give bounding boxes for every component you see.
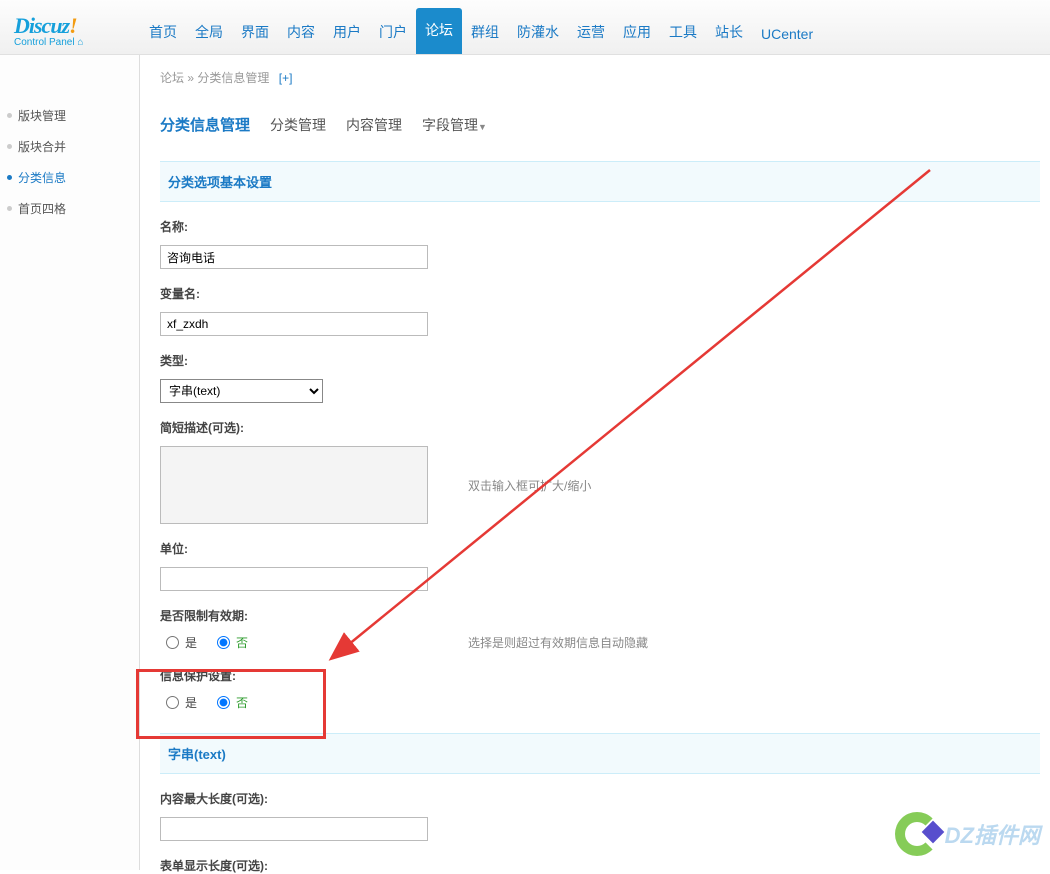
field-type: 类型: 字串(text) bbox=[160, 352, 1040, 403]
logo[interactable]: Discuz! Control Panel ⌂ bbox=[0, 7, 140, 54]
breadcrumb-plus[interactable]: [+] bbox=[279, 71, 293, 85]
tab-field-manage[interactable]: 字段管理▼ bbox=[422, 115, 487, 135]
caret-down-icon: ▼ bbox=[478, 122, 487, 132]
tab-bar: 分类信息管理 分类管理 内容管理 字段管理▼ bbox=[160, 100, 1040, 151]
label-displen: 表单显示长度(可选): bbox=[160, 857, 1040, 874]
field-protect: 信息保护设置: 是 否 bbox=[160, 667, 1040, 711]
nav-founder[interactable]: 站长 bbox=[706, 12, 752, 54]
watermark: DZ插件网 bbox=[895, 812, 1040, 856]
label-varname: 变量名: bbox=[160, 285, 1040, 302]
breadcrumb-current: 分类信息管理 bbox=[197, 71, 269, 85]
field-displen: 表单显示长度(可选): bbox=[160, 857, 1040, 874]
nav-app[interactable]: 应用 bbox=[614, 12, 660, 54]
label-desc: 简短描述(可选): bbox=[160, 419, 1040, 436]
tab-current: 分类信息管理 bbox=[160, 114, 250, 135]
sidebar-item-category-info[interactable]: 分类信息 bbox=[0, 162, 139, 193]
field-unit: 单位: bbox=[160, 540, 1040, 591]
field-expire: 是否限制有效期: 是 否 选择是则超过有效期信息自动隐藏 bbox=[160, 607, 1040, 651]
label-type: 类型: bbox=[160, 352, 1040, 369]
label-expire: 是否限制有效期: bbox=[160, 607, 1040, 624]
nav-content[interactable]: 内容 bbox=[278, 12, 324, 54]
nav-portal[interactable]: 门户 bbox=[370, 12, 416, 54]
nav-operate[interactable]: 运营 bbox=[568, 12, 614, 54]
select-type[interactable]: 字串(text) bbox=[160, 379, 323, 403]
input-unit[interactable] bbox=[160, 567, 428, 591]
top-nav: 首页 全局 界面 内容 用户 门户 论坛 群组 防灌水 运营 应用 工具 站长 … bbox=[140, 0, 822, 54]
home-icon: ⌂ bbox=[77, 37, 83, 48]
sidebar-item-forum-manage[interactable]: 版块管理 bbox=[0, 100, 139, 131]
field-desc: 简短描述(可选): 双击输入框可扩大/缩小 bbox=[160, 419, 1040, 524]
radio-protect-no[interactable]: 否 bbox=[217, 694, 248, 711]
hint-desc: 双击输入框可扩大/缩小 bbox=[468, 477, 591, 494]
nav-user[interactable]: 用户 bbox=[324, 12, 370, 54]
breadcrumb: 论坛 » 分类信息管理 [+] bbox=[140, 55, 1050, 100]
nav-group[interactable]: 群组 bbox=[462, 12, 508, 54]
nav-interface[interactable]: 界面 bbox=[232, 12, 278, 54]
label-name: 名称: bbox=[160, 218, 1040, 235]
label-unit: 单位: bbox=[160, 540, 1040, 557]
field-varname: 变量名: bbox=[160, 285, 1040, 336]
input-name[interactable] bbox=[160, 245, 428, 269]
watermark-icon bbox=[895, 812, 939, 856]
breadcrumb-root: 论坛 bbox=[160, 71, 184, 85]
nav-ucenter[interactable]: UCenter bbox=[752, 16, 822, 54]
input-varname[interactable] bbox=[160, 312, 428, 336]
section-text-type: 字串(text) bbox=[160, 733, 1040, 774]
nav-tools[interactable]: 工具 bbox=[660, 12, 706, 54]
nav-forum[interactable]: 论坛 bbox=[416, 8, 462, 54]
label-protect: 信息保护设置: bbox=[160, 667, 1040, 684]
main-area: 论坛 » 分类信息管理 [+] 分类信息管理 分类管理 内容管理 字段管理▼ 分… bbox=[140, 55, 1050, 870]
sidebar-item-forum-merge[interactable]: 版块合并 bbox=[0, 131, 139, 162]
section-basic-settings: 分类选项基本设置 bbox=[160, 161, 1040, 202]
textarea-desc[interactable] bbox=[160, 446, 428, 524]
breadcrumb-sep: » bbox=[187, 71, 194, 85]
input-maxlen[interactable] bbox=[160, 817, 428, 841]
top-header: Discuz! Control Panel ⌂ 首页 全局 界面 内容 用户 门… bbox=[0, 0, 1050, 55]
radio-expire-no[interactable]: 否 bbox=[217, 634, 248, 651]
nav-home[interactable]: 首页 bbox=[140, 12, 186, 54]
tab-content-manage[interactable]: 内容管理 bbox=[346, 115, 402, 135]
logo-main: Discuz! bbox=[14, 13, 140, 39]
tab-category-manage[interactable]: 分类管理 bbox=[270, 115, 326, 135]
label-maxlen: 内容最大长度(可选): bbox=[160, 790, 1040, 807]
field-name: 名称: bbox=[160, 218, 1040, 269]
sidebar-item-home-grid[interactable]: 首页四格 bbox=[0, 193, 139, 224]
radio-expire-yes[interactable]: 是 bbox=[166, 634, 197, 651]
nav-antispam[interactable]: 防灌水 bbox=[508, 12, 568, 54]
radio-protect-yes[interactable]: 是 bbox=[166, 694, 197, 711]
watermark-text: DZ插件网 bbox=[945, 818, 1040, 850]
sidebar: 版块管理 版块合并 分类信息 首页四格 bbox=[0, 55, 140, 870]
hint-expire: 选择是则超过有效期信息自动隐藏 bbox=[468, 634, 648, 651]
nav-global[interactable]: 全局 bbox=[186, 12, 232, 54]
logo-sub: Control Panel ⌂ bbox=[14, 37, 140, 48]
